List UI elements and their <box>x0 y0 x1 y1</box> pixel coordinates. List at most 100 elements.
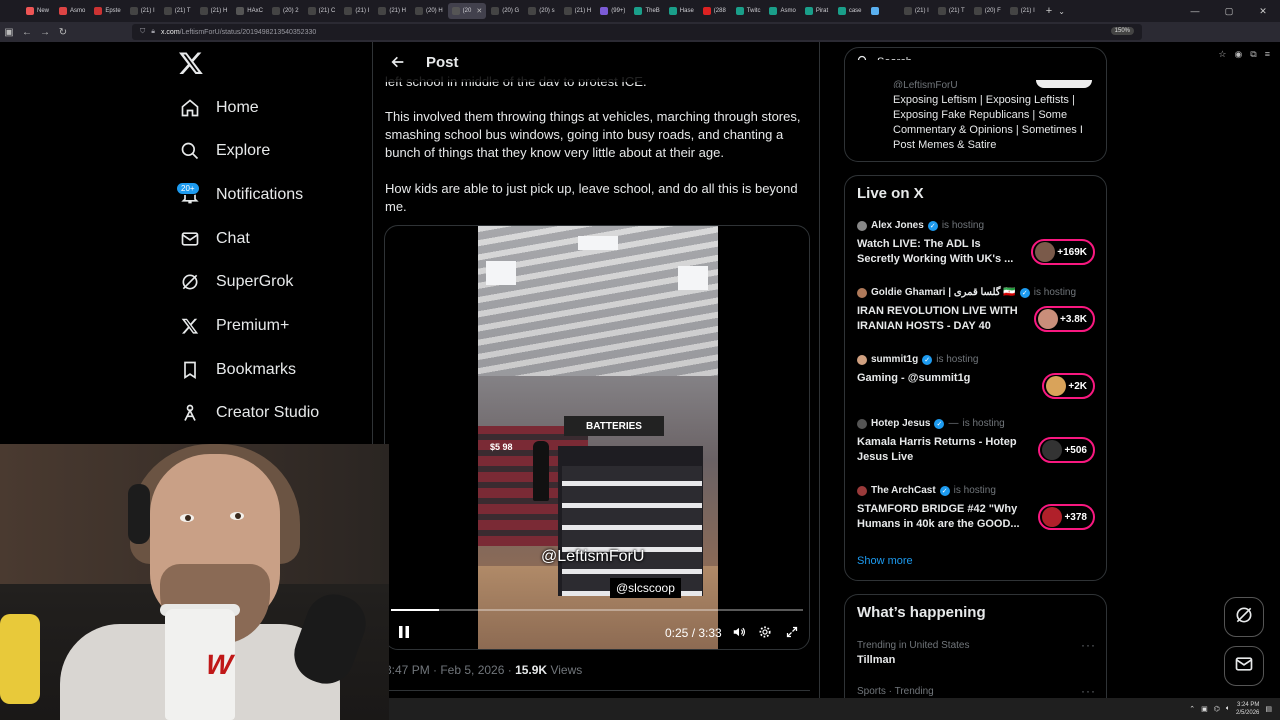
menu-icon[interactable]: ≡ <box>1265 49 1270 59</box>
live-item[interactable]: Alex Jones ✓ is hosting Watch LIVE: The … <box>857 220 1097 267</box>
extensions-icon[interactable]: ⧉ <box>1250 49 1256 60</box>
back-arrow-icon[interactable] <box>387 51 409 73</box>
tab-favicon-icon <box>344 7 353 15</box>
close-tab-icon[interactable]: ✕ <box>476 7 482 15</box>
video-skylight <box>578 236 618 250</box>
browser-tab[interactable]: (99+) <box>596 3 629 19</box>
browser-tab[interactable]: Hase <box>665 3 698 19</box>
avatar <box>1046 376 1067 396</box>
browser-tab[interactable]: Twitc <box>732 3 765 19</box>
reload-icon[interactable]: ↻ <box>54 27 72 38</box>
forward-icon[interactable]: → <box>36 27 54 38</box>
messages-float-button[interactable] <box>1224 646 1264 686</box>
tab-list-chevron-icon[interactable]: ⌄ <box>1058 7 1065 16</box>
tab-favicon-icon <box>870 7 879 15</box>
browser-tab[interactable]: (20) G <box>487 3 523 19</box>
url-bar[interactable]: ⛉ 🔒︎ x.com/LeftismForU/status/2019498213… <box>132 24 1142 40</box>
back-icon[interactable]: ← <box>18 27 36 38</box>
browser-tab[interactable]: New <box>22 3 54 19</box>
profile-handle[interactable]: @LeftismForU <box>893 80 958 88</box>
more-options-icon[interactable]: ··· <box>1081 638 1096 652</box>
browser-tab[interactable] <box>867 3 899 19</box>
show-more-link[interactable]: Show more <box>857 555 913 567</box>
network-icon[interactable]: ⌬ <box>1214 705 1220 713</box>
browser-tab[interactable]: (21) H <box>560 3 596 19</box>
pause-icon[interactable] <box>395 623 413 641</box>
nav-premium[interactable]: Premium+ <box>180 306 289 346</box>
fullscreen-icon[interactable] <box>784 623 800 641</box>
grok-float-button[interactable] <box>1224 597 1264 637</box>
more-options-icon[interactable]: ··· <box>1081 684 1096 698</box>
nav-creator-studio[interactable]: Creator Studio <box>180 393 319 433</box>
browser-tab[interactable]: case <box>834 3 866 19</box>
browser-tab[interactable]: (21) I <box>900 3 933 19</box>
browser-tab[interactable]: (20) H <box>411 3 447 19</box>
browser-tab[interactable]: (20 ✕ <box>447 3 487 19</box>
live-listeners-pill[interactable]: +378 <box>1038 504 1095 530</box>
browser-tab[interactable]: (20) 2 <box>268 3 303 19</box>
video-progress-bar[interactable] <box>391 609 803 611</box>
nav-bookmarks[interactable]: Bookmarks <box>180 350 296 390</box>
nav-notifications[interactable]: Notifications <box>180 175 303 215</box>
tray-app-icon[interactable]: ▣ <box>1201 705 1208 713</box>
video-frame[interactable]: BATTERIES $5 98 <box>478 226 718 649</box>
browser-tab[interactable]: (21) T <box>160 3 195 19</box>
speaker-icon[interactable]: 🔈︎ <box>1226 705 1230 713</box>
tray-chevron-icon[interactable]: ⌃ <box>1189 705 1195 713</box>
browser-tab[interactable]: HAxC <box>232 3 267 19</box>
browser-tab[interactable]: Epste <box>90 3 124 19</box>
account-icon[interactable]: ◉ <box>1234 49 1242 60</box>
browser-tab[interactable]: (21) H <box>374 3 410 19</box>
browser-tab[interactable]: Asmo <box>765 3 799 19</box>
follow-button[interactable] <box>1036 80 1092 88</box>
post-divider <box>385 690 810 691</box>
zoom-level[interactable]: 150% <box>1110 27 1134 35</box>
live-item[interactable]: summit1g ✓ is hosting Gaming - @summit1g… <box>857 354 1097 399</box>
browser-tab[interactable]: (21) I <box>126 3 159 19</box>
taskbar-clock[interactable]: 3:24 PM 2/5/2026 <box>1236 701 1259 717</box>
browser-toolbar-right: ☆ ◉ ⧉ ≡ <box>1218 44 1270 64</box>
browser-tab[interactable]: (20) s <box>524 3 558 19</box>
mail-icon <box>180 229 200 249</box>
live-listeners-pill[interactable]: +2K <box>1042 373 1095 399</box>
nav-chat[interactable]: Chat <box>180 219 250 259</box>
verified-badge-icon: ✓ <box>934 418 945 429</box>
browser-tab[interactable]: (21) I <box>1006 3 1039 19</box>
new-tab-icon[interactable]: + <box>1046 5 1052 17</box>
trend-name[interactable]: Tillman <box>857 654 895 666</box>
browser-tab[interactable]: Asmo <box>55 3 89 19</box>
live-item[interactable]: The ArchCast ✓ is hosting STAMFORD BRIDG… <box>857 485 1097 532</box>
browser-tab[interactable]: Pirat <box>801 3 833 19</box>
live-listeners-pill[interactable]: +169K <box>1031 239 1095 265</box>
browser-tab[interactable]: (288 <box>699 3 731 19</box>
browser-tab[interactable]: (21) I <box>340 3 373 19</box>
settings-gear-icon[interactable] <box>757 623 773 641</box>
sidebar-toggle-icon[interactable]: ▣ <box>0 27 18 38</box>
nav-supergrok[interactable]: SuperGrok <box>180 262 293 302</box>
browser-tab[interactable]: (21) T <box>934 3 969 19</box>
avatar <box>857 287 867 298</box>
live-host-name: Goldie Ghamari | گلسا قمری 🇮🇷 <box>871 287 1016 298</box>
browser-tab[interactable]: (21) C <box>304 3 340 19</box>
browser-tab[interactable]: (20) F <box>970 3 1005 19</box>
live-item[interactable]: Hotep Jesus ✓ — is hosting Kamala Harris… <box>857 418 1097 465</box>
avatar <box>857 418 867 429</box>
nav-home[interactable]: Home <box>180 88 259 128</box>
video-player[interactable]: BATTERIES $5 98 @LeftismForU @slcscoop 0… <box>384 225 810 650</box>
minimize-icon[interactable]: — <box>1178 6 1212 16</box>
live-listeners-pill[interactable]: +506 <box>1038 437 1095 463</box>
avatar <box>1035 242 1056 262</box>
notification-center-icon[interactable]: ▤ <box>1265 705 1272 713</box>
nav-explore[interactable]: Explore <box>180 131 270 171</box>
x-logo-icon[interactable] <box>178 50 204 76</box>
post-timestamp[interactable]: 3:47 PM · Feb 5, 2026 <box>385 663 504 677</box>
live-listeners-pill[interactable]: +3.8K <box>1034 306 1095 332</box>
live-item[interactable]: Goldie Ghamari | گلسا قمری 🇮🇷 ✓ is hosti… <box>857 287 1097 334</box>
volume-icon[interactable] <box>731 623 747 641</box>
browser-tab[interactable]: (21) H <box>196 3 232 19</box>
browser-tab[interactable]: TheB <box>630 3 663 19</box>
tab-label: New <box>37 8 50 14</box>
bookmark-star-icon[interactable]: ☆ <box>1218 49 1226 60</box>
maximize-icon[interactable]: ▢ <box>1212 6 1246 17</box>
close-window-icon[interactable]: ✕ <box>1246 6 1280 17</box>
